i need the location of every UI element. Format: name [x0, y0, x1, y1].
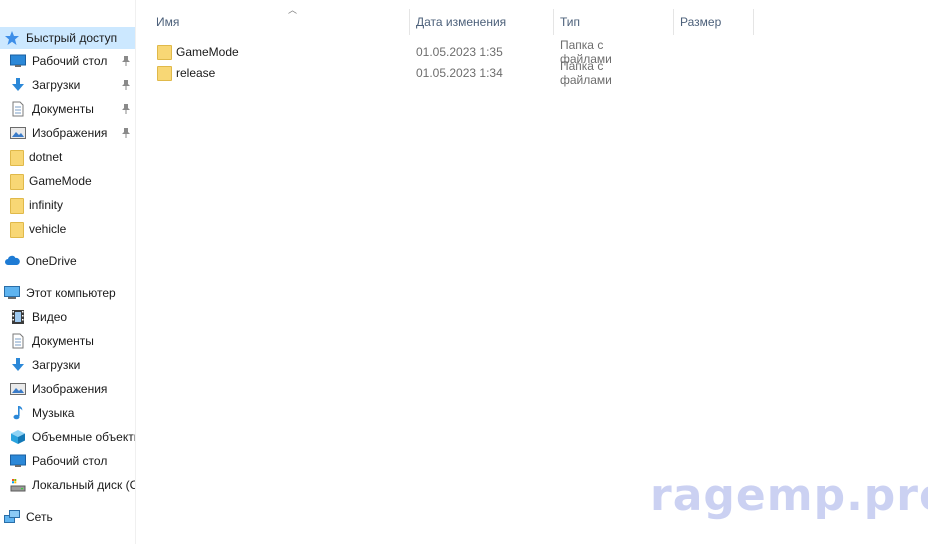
nav-label: dotnet — [29, 150, 63, 164]
nav-network[interactable]: Сеть — [0, 506, 135, 528]
nav-quick-downloads[interactable]: Загрузки — [0, 74, 135, 96]
nav-label: vehicle — [29, 222, 67, 236]
drive-icon — [10, 477, 26, 493]
nav-quick-pictures[interactable]: Изображения — [0, 122, 135, 144]
nav-label: Рабочий стол — [32, 454, 108, 468]
file-date: 01.05.2023 1:35 — [416, 44, 503, 59]
pin-icon — [121, 103, 131, 115]
nav-pc-local-disk[interactable]: Локальный диск (C:) — [0, 474, 135, 496]
pin-icon — [121, 55, 131, 67]
nav-label: Этот компьютер — [26, 286, 116, 300]
nav-pc-3d-objects[interactable]: Объемные объекты — [0, 426, 135, 448]
file-date: 01.05.2023 1:34 — [416, 65, 503, 80]
folder-icon — [157, 65, 172, 81]
folder-icon — [10, 149, 24, 166]
star-icon — [4, 30, 20, 46]
file-type: Папка с файлами — [560, 58, 612, 87]
desktop-icon — [10, 53, 26, 69]
column-header-type[interactable]: Тип — [554, 9, 674, 35]
nav-pc-video[interactable]: Видео — [0, 306, 135, 328]
folder-icon — [10, 173, 24, 190]
network-icon — [4, 509, 20, 525]
file-name: GameMode — [176, 44, 239, 59]
downloads-icon — [10, 77, 26, 93]
file-row[interactable]: release 01.05.2023 1:34 Папка с файлами — [136, 59, 656, 87]
nav-quick-desktop[interactable]: Рабочий стол — [0, 50, 135, 72]
documents-icon — [10, 333, 26, 349]
nav-pc-music[interactable]: Музыка — [0, 402, 135, 424]
nav-label: Документы — [32, 102, 94, 116]
music-icon — [10, 405, 26, 421]
folder-icon — [10, 197, 24, 214]
nav-label: OneDrive — [26, 254, 77, 268]
nav-label: Видео — [32, 310, 68, 324]
nav-pc-documents[interactable]: Документы — [0, 330, 135, 352]
nav-pc-pictures[interactable]: Изображения — [0, 378, 135, 400]
nav-pc-downloads[interactable]: Загрузки — [0, 354, 135, 376]
column-header-label: Имя — [156, 15, 180, 29]
3d-objects-icon — [10, 429, 26, 445]
pin-icon — [121, 79, 131, 91]
nav-label: Объемные объекты — [32, 430, 135, 444]
column-header-size[interactable]: Размер — [674, 9, 754, 35]
nav-this-pc[interactable]: Этот компьютер — [0, 282, 135, 304]
file-list-pane: Имя ︿ Дата изменения Тип Размер GameMode… — [136, 0, 928, 544]
column-header-label: Дата изменения — [416, 15, 507, 29]
column-header-label: Размер — [680, 15, 722, 29]
navigation-pane: Быстрый доступ Рабочий стол Загрузки Док… — [0, 0, 136, 544]
nav-onedrive[interactable]: OneDrive — [0, 250, 135, 272]
pictures-icon — [10, 125, 26, 141]
nav-label: Изображения — [32, 126, 108, 140]
nav-label: Загрузки — [32, 78, 81, 92]
cloud-icon — [4, 253, 20, 269]
desktop-icon — [10, 453, 26, 469]
nav-quick-dotnet[interactable]: dotnet — [0, 146, 135, 168]
file-name: release — [176, 65, 216, 80]
nav-label: infinity — [29, 198, 64, 212]
nav-quick-infinity[interactable]: infinity — [0, 194, 135, 216]
documents-icon — [10, 101, 26, 117]
folder-icon — [10, 221, 24, 238]
nav-label: Документы — [32, 334, 94, 348]
nav-label: Изображения — [32, 382, 108, 396]
nav-label: Музыка — [32, 406, 75, 420]
nav-label: Загрузки — [32, 358, 81, 372]
computer-icon — [4, 285, 20, 301]
column-header-name[interactable]: Имя ︿ — [150, 5, 410, 35]
nav-label: GameMode — [29, 174, 92, 188]
watermark: ragemp.pro — [650, 470, 928, 521]
video-icon — [10, 309, 26, 325]
nav-label: Быстрый доступ — [26, 31, 118, 45]
folder-icon — [157, 44, 172, 60]
nav-quick-gamemode[interactable]: GameMode — [0, 170, 135, 192]
sort-ascending-icon: ︿ — [288, 5, 298, 15]
column-header-label: Тип — [560, 15, 581, 29]
nav-quick-vehicle[interactable]: vehicle — [0, 218, 135, 240]
nav-label: Сеть — [26, 510, 53, 524]
downloads-icon — [10, 357, 26, 373]
pin-icon — [121, 127, 131, 139]
nav-pc-desktop[interactable]: Рабочий стол — [0, 450, 135, 472]
nav-label: Рабочий стол — [32, 54, 108, 68]
nav-quick-documents[interactable]: Документы — [0, 98, 135, 120]
pictures-icon — [10, 381, 26, 397]
nav-label: Локальный диск (C:) — [32, 478, 135, 492]
nav-quick-access[interactable]: Быстрый доступ — [0, 27, 135, 49]
column-header-date[interactable]: Дата изменения — [410, 9, 554, 35]
